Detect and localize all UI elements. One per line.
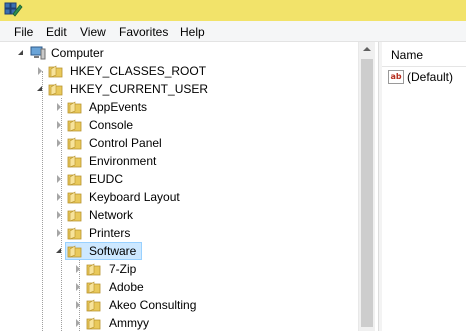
tree-label: Keyboard Layout [89, 190, 180, 204]
computer-icon [30, 46, 46, 60]
expand-arrow-icon[interactable] [57, 103, 61, 111]
scroll-up-icon[interactable] [363, 47, 371, 51]
folder-icon [67, 101, 82, 114]
folder-icon [67, 173, 82, 186]
tree-label: HKEY_CURRENT_USER [70, 82, 209, 96]
folder-icon [86, 299, 101, 312]
folder-icon [86, 317, 101, 330]
expand-arrow-icon[interactable] [76, 265, 80, 273]
folder-icon [67, 137, 82, 150]
tree-node-software[interactable]: Software [55, 242, 255, 260]
tree-node-computer[interactable]: Computer [18, 44, 138, 62]
expand-arrow-icon[interactable] [57, 211, 61, 219]
menu-bar: File Edit View Favorites Help [0, 21, 466, 42]
tree-label: Console [89, 118, 134, 132]
expand-arrow-icon[interactable] [57, 175, 61, 183]
tree-node-akeo-consulting[interactable]: Akeo Consulting [74, 296, 274, 314]
tree-node-hkcu[interactable]: HKEY_CURRENT_USER [36, 80, 236, 98]
menu-edit[interactable]: Edit [46, 24, 67, 40]
folder-open-icon [67, 245, 82, 258]
menu-favorites[interactable]: Favorites [119, 24, 168, 40]
scrollbar-thumb[interactable] [361, 59, 373, 327]
registry-tree[interactable]: Computer HKEY_CLASSES_ROOT HKEY_CURRENT_… [0, 42, 378, 331]
tree-label: AppEvents [89, 100, 148, 114]
folder-icon [67, 191, 82, 204]
tree-node-adobe[interactable]: Adobe [74, 278, 274, 296]
collapse-arrow-icon[interactable] [37, 86, 42, 91]
tree-label: HKEY_CLASSES_ROOT [70, 64, 207, 78]
tree-node-control-panel[interactable]: Control Panel [55, 134, 255, 152]
tree-label: Environment [89, 154, 157, 168]
menu-help[interactable]: Help [180, 24, 205, 40]
tree-label: Adobe [109, 280, 144, 294]
tree-guide-line [42, 71, 44, 331]
expand-arrow-icon[interactable] [57, 139, 61, 147]
menu-view[interactable]: View [80, 24, 106, 40]
tree-label: Printers [89, 226, 131, 240]
menu-file[interactable]: File [14, 24, 33, 40]
tree-node-network[interactable]: Network [55, 206, 255, 224]
column-header-label: Name [391, 48, 424, 62]
tree-label: Ammyy [109, 316, 149, 330]
expand-arrow-icon[interactable] [57, 121, 61, 129]
tree-label: Network [89, 208, 134, 222]
folder-icon [86, 263, 101, 276]
folder-icon [67, 155, 82, 168]
expand-arrow-icon[interactable] [38, 67, 42, 75]
tree-label: Akeo Consulting [109, 298, 197, 312]
tree-vertical-scrollbar[interactable] [358, 42, 375, 331]
value-name: (Default) [407, 70, 454, 84]
tree-label: Software [89, 244, 137, 258]
regedit-icon[interactable] [3, 1, 23, 19]
collapse-arrow-icon[interactable] [18, 50, 23, 55]
folder-icon [67, 209, 82, 222]
tree-label: Computer [51, 46, 104, 60]
title-bar [0, 0, 466, 21]
expand-arrow-icon[interactable] [76, 283, 80, 291]
string-value-icon: ab [388, 70, 404, 84]
tree-node-eudc[interactable]: EUDC [55, 170, 255, 188]
tree-label: 7-Zip [109, 262, 137, 276]
tree-node-ammyy[interactable]: Ammyy [74, 314, 274, 331]
expand-arrow-icon[interactable] [57, 193, 61, 201]
column-header-name[interactable]: Name [382, 42, 466, 67]
folder-open-icon [48, 83, 63, 96]
tree-node-environment[interactable]: Environment [55, 152, 255, 170]
folder-icon [86, 281, 101, 294]
tree-node-hkcr[interactable]: HKEY_CLASSES_ROOT [36, 62, 236, 80]
tree-node-7zip[interactable]: 7-Zip [74, 260, 274, 278]
tree-node-console[interactable]: Console [55, 116, 255, 134]
tree-node-keyboard-layout[interactable]: Keyboard Layout [55, 188, 255, 206]
collapse-arrow-icon[interactable] [56, 248, 61, 253]
tree-label: Control Panel [89, 136, 162, 150]
expand-arrow-icon[interactable] [76, 301, 80, 309]
tree-node-printers[interactable]: Printers [55, 224, 255, 242]
folder-icon [48, 65, 63, 78]
expand-arrow-icon[interactable] [76, 319, 80, 327]
folder-icon [67, 119, 82, 132]
values-list[interactable]: Name ab (Default) [382, 42, 466, 331]
expand-arrow-icon[interactable] [57, 229, 61, 237]
tree-node-appevents[interactable]: AppEvents [55, 98, 255, 116]
folder-icon [67, 227, 82, 240]
tree-label: EUDC [89, 172, 124, 186]
